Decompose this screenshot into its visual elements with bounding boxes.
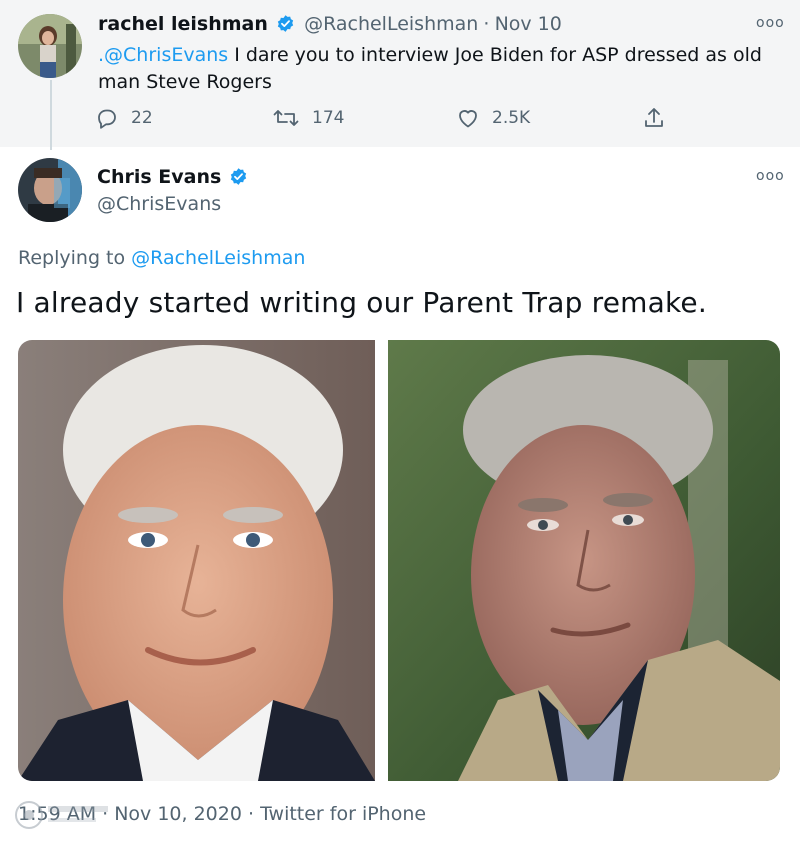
- reply-count: 22: [131, 108, 153, 128]
- parent-action-bar: 22 174 2.5K: [95, 106, 695, 134]
- parent-tweet-text: .@ChrisEvans I dare you to interview Joe…: [98, 42, 788, 96]
- photo-right-old-steve[interactable]: [388, 340, 780, 781]
- main-tweet-header: Chris Evans @ChrisEvans: [97, 166, 252, 215]
- header-separator: ·: [483, 13, 490, 35]
- replying-prefix: Replying to: [18, 247, 132, 269]
- retweet-button[interactable]: 174: [272, 106, 344, 130]
- thread-connector-line: [50, 80, 52, 150]
- parent-text-line1: I dare you to interview Joe Biden for AS…: [228, 44, 762, 66]
- parent-text-line2: man Steve Rogers: [98, 71, 272, 93]
- parent-display-name[interactable]: rachel leishman: [98, 13, 268, 35]
- retweet-icon: [273, 110, 299, 126]
- main-handle[interactable]: @ChrisEvans: [97, 193, 252, 215]
- reply-button[interactable]: 22: [95, 106, 153, 130]
- photo-divider: [375, 340, 388, 781]
- like-button[interactable]: 2.5K: [456, 106, 530, 130]
- parent-handle[interactable]: @RachelLeishman: [304, 13, 478, 35]
- verified-badge-icon: [276, 14, 295, 37]
- like-count: 2.5K: [492, 108, 531, 128]
- main-tweet-text: I already started writing our Parent Tra…: [16, 286, 707, 319]
- tweet-media[interactable]: [18, 340, 780, 781]
- share-button[interactable]: [642, 106, 678, 130]
- chris-avatar[interactable]: [18, 158, 82, 222]
- parent-date[interactable]: Nov 10: [495, 13, 562, 35]
- share-icon: [645, 108, 663, 127]
- retweet-count: 174: [312, 108, 345, 128]
- parent-tweet[interactable]: rachel leishman @RachelLeishman · Nov 10…: [0, 0, 800, 150]
- rachel-avatar[interactable]: [18, 14, 82, 78]
- more-options-icon[interactable]: ooo: [756, 15, 785, 31]
- replying-to-mention[interactable]: @RachelLeishman: [131, 247, 305, 269]
- watermark-logo: [12, 798, 122, 832]
- replying-to-line: Replying to @RachelLeishman: [18, 247, 305, 269]
- more-options-icon[interactable]: ooo: [756, 168, 785, 184]
- reply-icon: [98, 109, 116, 129]
- main-display-name[interactable]: Chris Evans: [97, 166, 221, 188]
- like-icon: [459, 110, 477, 128]
- mention-link[interactable]: .@ChrisEvans: [98, 44, 228, 66]
- verified-badge-icon: [229, 167, 248, 190]
- parent-tweet-header: rachel leishman @RachelLeishman · Nov 10: [98, 13, 562, 37]
- photo-left-biden[interactable]: [18, 340, 375, 781]
